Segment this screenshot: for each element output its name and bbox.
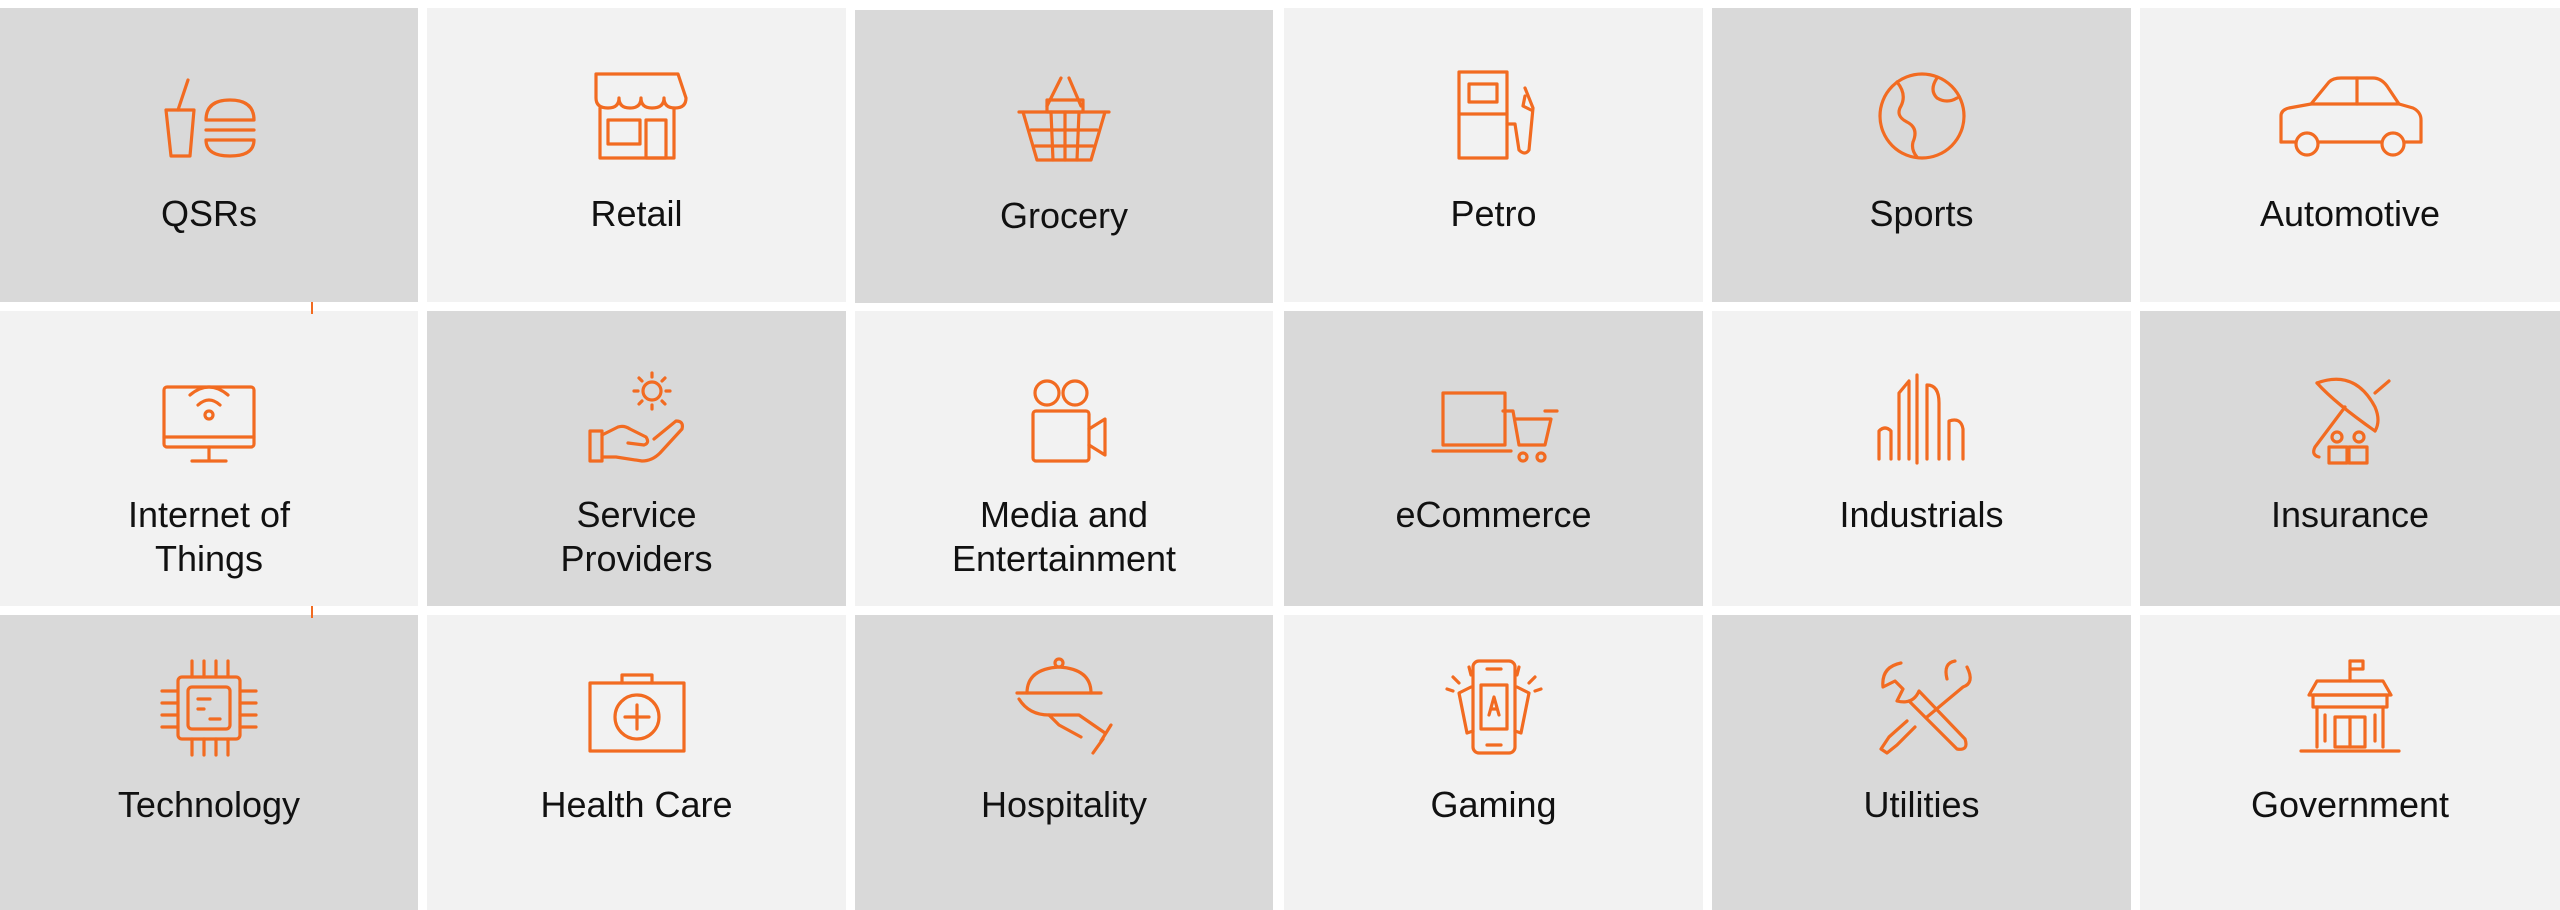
orange-tick-mark — [311, 302, 313, 314]
tile-label: Retail — [590, 193, 683, 234]
microchip-icon — [154, 653, 264, 763]
tile-label: Sports — [1869, 193, 1974, 234]
tile-label: Media and Entertainment — [951, 494, 1177, 579]
tile-sports[interactable]: Sports — [1712, 8, 2131, 302]
fast-food-icon — [154, 58, 264, 168]
tile-label: Grocery — [999, 195, 1129, 236]
orange-tick-mark — [311, 606, 313, 618]
industry-grid: QSRs Retail Grocery Petro Sports Automot… — [0, 0, 2560, 910]
government-building-icon — [2295, 653, 2405, 763]
tile-petro[interactable]: Petro — [1284, 8, 1703, 302]
tile-utilities[interactable]: Utilities — [1712, 615, 2131, 910]
tile-label: Service Providers — [560, 494, 713, 579]
tile-health-care[interactable]: Health Care — [427, 615, 846, 910]
tile-gaming[interactable]: Gaming — [1284, 615, 1703, 910]
tile-label: Government — [2250, 784, 2450, 825]
umbrella-house-icon — [2295, 363, 2405, 473]
fuel-pump-icon — [1439, 58, 1549, 168]
tile-ecommerce[interactable]: eCommerce — [1284, 311, 1703, 606]
tile-internet-of-things[interactable]: Internet of Things — [0, 311, 418, 606]
tile-label: Automotive — [2259, 193, 2441, 234]
storefront-icon — [582, 58, 692, 168]
video-camera-icon — [1009, 363, 1119, 473]
industrial-buildings-icon — [1867, 363, 1977, 473]
tile-label: eCommerce — [1395, 494, 1592, 535]
tile-retail[interactable]: Retail — [427, 8, 846, 302]
tile-label: Utilities — [1863, 784, 1980, 825]
tile-service-providers[interactable]: Service Providers — [427, 311, 846, 606]
tile-label: QSRs — [160, 193, 257, 234]
wifi-monitor-icon — [154, 363, 264, 473]
tile-hospitality[interactable]: Hospitality — [855, 615, 1273, 910]
tile-automotive[interactable]: Automotive — [2140, 8, 2560, 302]
tile-label: Internet of Things — [127, 494, 291, 579]
tile-label: Industrials — [1839, 494, 2004, 535]
tile-media-entertainment[interactable]: Media and Entertainment — [855, 311, 1273, 606]
cloche-tray-icon — [1009, 653, 1119, 763]
tile-label: Health Care — [540, 784, 733, 825]
tile-technology[interactable]: Technology — [0, 615, 418, 910]
car-icon — [2279, 58, 2423, 168]
laptop-cart-icon — [1430, 363, 1559, 473]
tile-label: Insurance — [2270, 494, 2430, 535]
tile-label: Gaming — [1430, 784, 1557, 825]
hand-gear-icon — [582, 363, 692, 473]
tile-label: Petro — [1450, 193, 1537, 234]
tile-grocery[interactable]: Grocery — [855, 10, 1273, 303]
tile-label: Hospitality — [980, 784, 1148, 825]
tile-industrials[interactable]: Industrials — [1712, 311, 2131, 606]
shopping-basket-icon — [1009, 60, 1119, 170]
globe-ball-icon — [1867, 58, 1977, 168]
tile-government[interactable]: Government — [2140, 615, 2560, 910]
tile-label: Technology — [117, 784, 301, 825]
tile-qsrs[interactable]: QSRs — [0, 8, 418, 302]
phone-cards-icon — [1439, 653, 1549, 763]
tile-insurance[interactable]: Insurance — [2140, 311, 2560, 606]
medical-kit-icon — [582, 653, 692, 763]
wrench-screwdriver-icon — [1867, 653, 1977, 763]
